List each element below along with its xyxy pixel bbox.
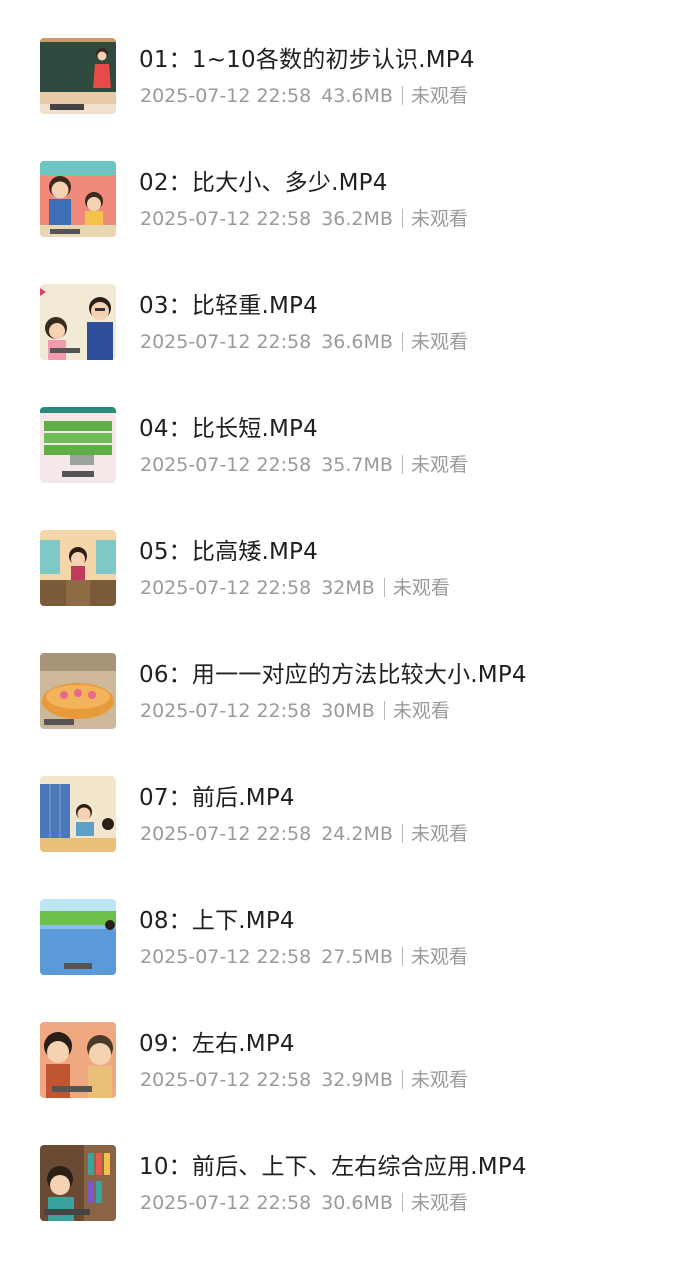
file-date: 2025-07-12 22:58	[140, 1192, 312, 1214]
file-meta: 2025-07-12 22:58 32.9MB 未观看	[140, 1067, 468, 1093]
meta-divider	[401, 209, 403, 228]
file-name: 08：上下.MP4	[139, 908, 295, 934]
file-date: 2025-07-12 22:58	[140, 1069, 312, 1091]
meta-divider	[401, 455, 403, 474]
file-row[interactable]: 08：上下.MP4 2025-07-12 22:58 27.5MB 未观看	[0, 875, 690, 998]
file-meta: 2025-07-12 22:58 30.6MB 未观看	[140, 1190, 468, 1216]
file-row[interactable]: 06：用一一对应的方法比较大小.MP4 2025-07-12 22:58 30MB…	[0, 629, 690, 752]
file-row[interactable]: 03：比轻重.MP4 2025-07-12 22:58 36.6MB 未观看	[0, 260, 690, 383]
pool-outdoor-thumbnail[interactable]	[40, 899, 116, 975]
file-date: 2025-07-12 22:58	[140, 331, 312, 353]
file-size: 30MB	[321, 700, 375, 722]
podium-kid-thumbnail[interactable]	[40, 530, 116, 606]
file-name: 10：前后、上下、左右综合应用.MP4	[139, 1154, 527, 1180]
file-size: 27.5MB	[321, 946, 393, 968]
kid-bookshelf-thumbnail[interactable]	[40, 1145, 116, 1221]
file-row[interactable]: 10：前后、上下、左右综合应用.MP4 2025-07-12 22:58 30.6…	[0, 1121, 690, 1244]
watch-status: 未观看	[410, 208, 468, 230]
file-name: 06：用一一对应的方法比较大小.MP4	[139, 662, 527, 688]
file-date: 2025-07-12 22:58	[140, 454, 312, 476]
file-meta: 2025-07-12 22:58 36.2MB 未观看	[140, 206, 468, 232]
watch-status: 未观看	[392, 700, 450, 722]
file-meta: 2025-07-12 22:58 43.6MB 未观看	[140, 83, 468, 109]
dining-table-thumbnail[interactable]	[40, 653, 116, 729]
watch-status: 未观看	[410, 331, 468, 353]
meta-divider	[401, 1193, 403, 1212]
teacher-at-blackboard-thumbnail[interactable]	[40, 38, 116, 114]
watch-status: 未观看	[410, 454, 468, 476]
two-kids-cartoon-thumbnail[interactable]	[40, 161, 116, 237]
file-size: 30.6MB	[321, 1192, 393, 1214]
file-date: 2025-07-12 22:58	[140, 577, 312, 599]
file-date: 2025-07-12 22:58	[140, 823, 312, 845]
kid-and-teacher-thumbnail[interactable]	[40, 284, 116, 360]
file-size: 32MB	[321, 577, 375, 599]
meta-divider	[383, 701, 385, 720]
meta-divider	[401, 824, 403, 843]
file-date: 2025-07-12 22:58	[140, 700, 312, 722]
file-row[interactable]: 09：左右.MP4 2025-07-12 22:58 32.9MB 未观看	[0, 998, 690, 1121]
watch-status: 未观看	[410, 85, 468, 107]
file-row[interactable]: 07：前后.MP4 2025-07-12 22:58 24.2MB 未观看	[0, 752, 690, 875]
file-name: 07：前后.MP4	[139, 785, 295, 811]
video-file-list: 01：1~10各数的初步认识.MP4 2025-07-12 22:58 43.6M…	[0, 14, 690, 1244]
file-date: 2025-07-12 22:58	[140, 946, 312, 968]
meta-divider	[383, 578, 385, 597]
file-date: 2025-07-12 22:58	[140, 208, 312, 230]
green-blocks-thumbnail[interactable]	[40, 407, 116, 483]
watch-status: 未观看	[410, 1069, 468, 1091]
file-meta: 2025-07-12 22:58 24.2MB 未观看	[140, 821, 468, 847]
file-size: 36.6MB	[321, 331, 393, 353]
watch-status: 未观看	[410, 1192, 468, 1214]
watch-status: 未观看	[410, 823, 468, 845]
file-row[interactable]: 02：比大小、多少.MP4 2025-07-12 22:58 36.2MB 未观看	[0, 137, 690, 260]
file-size: 36.2MB	[321, 208, 393, 230]
file-size: 24.2MB	[321, 823, 393, 845]
meta-divider	[401, 947, 403, 966]
file-name: 09：左右.MP4	[139, 1031, 295, 1057]
file-row[interactable]: 01：1~10各数的初步认识.MP4 2025-07-12 22:58 43.6M…	[0, 14, 690, 137]
file-meta: 2025-07-12 22:58 36.6MB 未观看	[140, 329, 468, 355]
classroom-lockers-thumbnail[interactable]	[40, 776, 116, 852]
file-name: 01：1~10各数的初步认识.MP4	[139, 47, 475, 73]
file-size: 35.7MB	[321, 454, 393, 476]
file-name: 05：比高矮.MP4	[139, 539, 318, 565]
file-meta: 2025-07-12 22:58 30MB 未观看	[140, 698, 450, 724]
file-meta: 2025-07-12 22:58 35.7MB 未观看	[140, 452, 468, 478]
file-row[interactable]: 04：比长短.MP4 2025-07-12 22:58 35.7MB 未观看	[0, 383, 690, 506]
file-meta: 2025-07-12 22:58 27.5MB 未观看	[140, 944, 468, 970]
watch-status: 未观看	[392, 577, 450, 599]
file-size: 32.9MB	[321, 1069, 393, 1091]
file-date: 2025-07-12 22:58	[140, 85, 312, 107]
watch-status: 未观看	[410, 946, 468, 968]
meta-divider	[401, 86, 403, 105]
file-row[interactable]: 05：比高矮.MP4 2025-07-12 22:58 32MB 未观看	[0, 506, 690, 629]
two-faces-thumbnail[interactable]	[40, 1022, 116, 1098]
file-name: 03：比轻重.MP4	[139, 293, 318, 319]
meta-divider	[401, 1070, 403, 1089]
file-meta: 2025-07-12 22:58 32MB 未观看	[140, 575, 450, 601]
file-name: 02：比大小、多少.MP4	[139, 170, 388, 196]
meta-divider	[401, 332, 403, 351]
file-name: 04：比长短.MP4	[139, 416, 318, 442]
file-size: 43.6MB	[321, 85, 393, 107]
